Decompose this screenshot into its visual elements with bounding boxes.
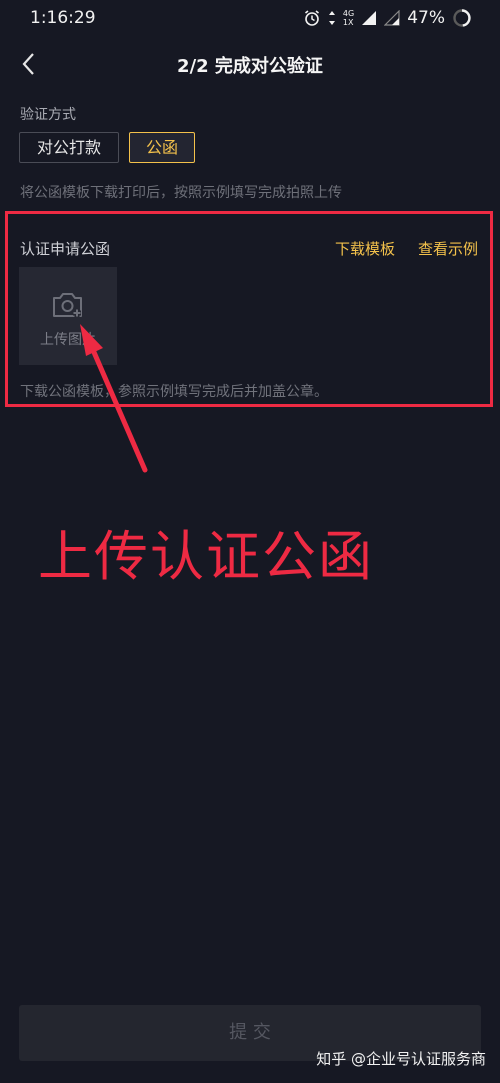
- letter-section-title: 认证申请公函: [20, 240, 111, 258]
- page-title: 2/2 完成对公验证: [177, 56, 323, 77]
- method-hint: 将公函模板下载打印后，按照示例填写完成拍照上传: [20, 185, 342, 201]
- status-bar: 1:16:29 4G 1X 47%: [0, 0, 500, 36]
- battery-ring-icon: [453, 9, 471, 27]
- annotation-text: 上传认证公函: [38, 525, 374, 588]
- signal-icon: [362, 11, 377, 25]
- status-time: 1:16:29: [30, 8, 96, 28]
- download-template-link[interactable]: 下载模板: [335, 238, 395, 259]
- upload-image-button[interactable]: 上传图片: [19, 267, 117, 365]
- letter-description: 下载公函模板，参照示例填写完成后并加盖公章。: [20, 384, 328, 400]
- navigation-bar: 2/2 完成对公验证: [0, 40, 500, 88]
- status-icons: 4G 1X 47%: [303, 8, 472, 28]
- method-option-official-letter[interactable]: 公函: [129, 132, 195, 163]
- view-example-link[interactable]: 查看示例: [418, 238, 478, 259]
- battery-percent: 47%: [407, 8, 445, 28]
- verification-method-label: 验证方式: [20, 107, 76, 123]
- alarm-icon: [304, 10, 319, 26]
- signal-weak-icon: [384, 10, 400, 26]
- upload-label: 上传图片: [40, 332, 96, 348]
- watermark: 知乎 @企业号认证服务商: [316, 1050, 486, 1068]
- network-type: 4G 1X: [342, 9, 355, 27]
- data-transfer-icon: [328, 11, 335, 25]
- method-option-bank-transfer[interactable]: 对公打款: [19, 132, 119, 163]
- camera-add-icon: [53, 293, 82, 317]
